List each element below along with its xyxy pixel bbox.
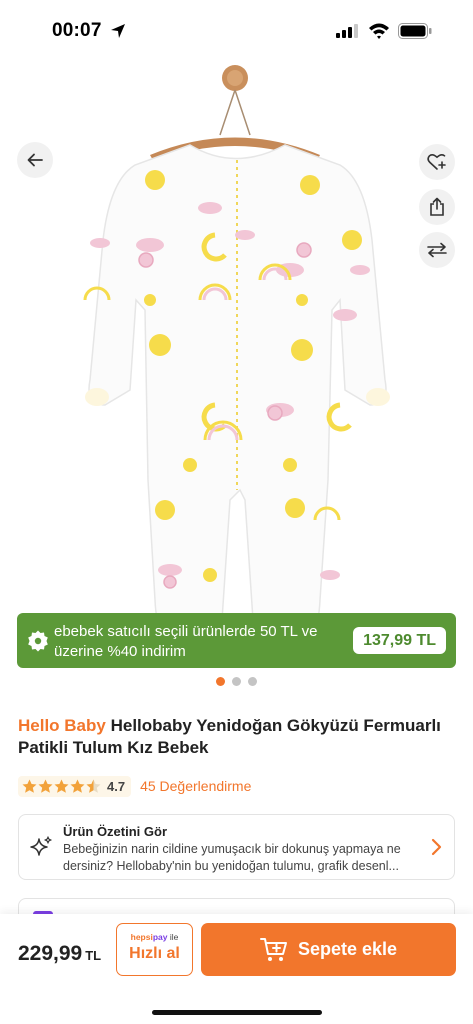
rating-row[interactable]: 4.7 45 Değerlendirme [18, 773, 251, 799]
product-summary-card[interactable]: Ürün Özetini Gör Bebeğinizin narin cildi… [18, 814, 455, 880]
product-price: 229,99 TL [18, 942, 101, 966]
hepsipay-ile-text: ile [167, 932, 179, 942]
home-indicator[interactable] [152, 1010, 322, 1015]
add-to-cart-label: Sepete ekle [297, 939, 398, 959]
back-button[interactable] [17, 142, 53, 178]
compare-arrows-icon [427, 242, 447, 258]
summary-text: Bebeğinizin narin cildine yumuşacık bir … [63, 842, 401, 873]
share-icon [430, 197, 444, 216]
compare-button[interactable] [419, 232, 455, 268]
pagination-dot[interactable] [248, 677, 257, 686]
battery-icon [398, 23, 432, 39]
summary-title: Ürün Özetini Gör [63, 824, 167, 839]
favorite-button[interactable] [419, 144, 455, 180]
location-arrow-icon [111, 24, 125, 38]
bottom-action-bar: 229,99 TL hepsipay ile Hızlı al Sepete ek… [0, 914, 473, 1024]
pagination-dot-active[interactable] [216, 677, 225, 686]
quick-buy-label: Hızlı al [129, 945, 180, 962]
share-button[interactable] [419, 189, 455, 225]
promo-banner[interactable]: ebebek satıcılı seçili ürünlerde 50 TL v… [17, 613, 456, 668]
sparkles-icon [30, 836, 52, 856]
star-full-icon [70, 779, 85, 793]
product-gallery[interactable] [0, 60, 473, 695]
add-to-cart-button[interactable]: Sepete ekle [201, 923, 456, 976]
price-value: 229,99 [18, 942, 83, 965]
brand-link[interactable]: Hello Baby [18, 716, 106, 735]
discount-badge-icon [28, 630, 48, 652]
price-currency: TL [85, 948, 102, 963]
star-half-icon [86, 779, 101, 793]
quick-buy-button[interactable]: hepsipay ile Hızlı al [116, 923, 193, 976]
status-time: 00:07 [52, 20, 102, 41]
pagination-dot[interactable] [232, 677, 241, 686]
arrow-left-icon [27, 153, 43, 167]
chevron-right-icon [431, 838, 442, 856]
cart-plus-icon [259, 937, 287, 961]
reviews-link[interactable]: 45 Değerlendirme [140, 778, 251, 794]
rating-badge: 4.7 [18, 775, 132, 797]
promo-text: ebebek satıcılı seçili ürünlerde 50 TL v… [54, 623, 318, 660]
star-full-icon [38, 779, 53, 793]
star-full-icon [22, 779, 37, 793]
promo-price: 137,99 TL [353, 627, 446, 654]
hepsipay-label: hepsipay ile [117, 932, 192, 942]
status-bar: 00:07 [0, 0, 473, 60]
hepsipay-brand-text: hepsi [130, 932, 153, 942]
heart-plus-icon [427, 153, 446, 170]
wifi-icon [369, 23, 389, 39]
hepsipay-pay-text: pay [152, 932, 168, 942]
product-title: Hello Baby Hellobaby Yenidoğan Gökyüzü F… [18, 715, 458, 759]
baby-sleepsuit-image [83, 65, 390, 665]
star-full-icon [54, 779, 69, 793]
rating-value: 4.7 [107, 778, 126, 794]
cellular-signal-icon [336, 24, 358, 38]
gallery-pagination[interactable] [0, 677, 473, 687]
